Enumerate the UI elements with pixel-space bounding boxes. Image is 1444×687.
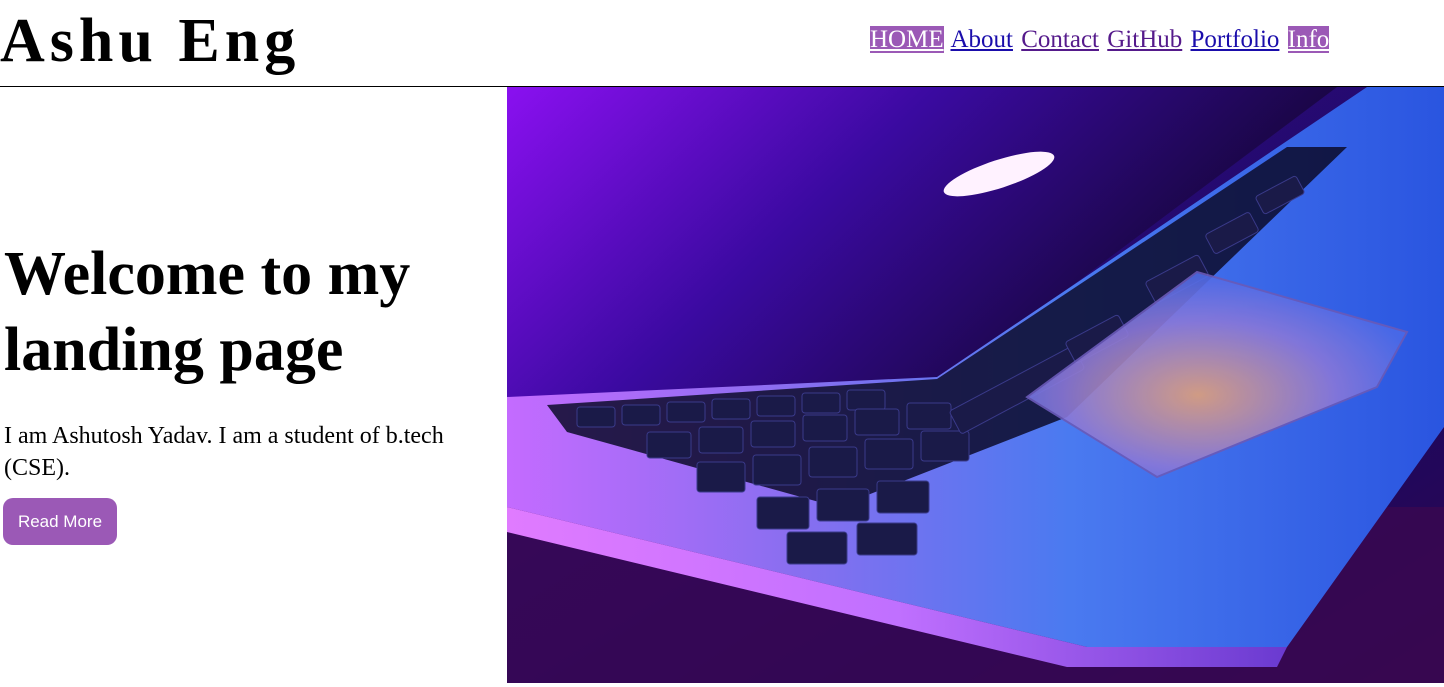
hero-text: Welcome to my landing page I am Ashutosh…	[4, 236, 504, 484]
nav-link-portfolio[interactable]: Portfolio	[1191, 26, 1280, 53]
nav-link-contact[interactable]: Contact	[1021, 26, 1099, 53]
nav-link-info[interactable]: Info	[1287, 26, 1330, 53]
hero-description: I am Ashutosh Yadav. I am a student of b…	[4, 423, 444, 481]
laptop-photo	[507, 87, 1444, 683]
hero-title: Welcome to my landing page	[4, 240, 411, 384]
nav-link-github[interactable]: GitHub	[1107, 26, 1182, 53]
site-header: Ashu Eng HOME About Contact GitHub Portf…	[0, 0, 1444, 87]
main-nav: HOME About Contact GitHub Portfolio Info	[870, 25, 1331, 55]
nav-link-about[interactable]: About	[950, 26, 1013, 53]
nav-link-home[interactable]: HOME	[870, 26, 944, 53]
read-more-button[interactable]: Read More	[3, 498, 117, 545]
brand-title: Ashu Eng	[0, 7, 301, 75]
